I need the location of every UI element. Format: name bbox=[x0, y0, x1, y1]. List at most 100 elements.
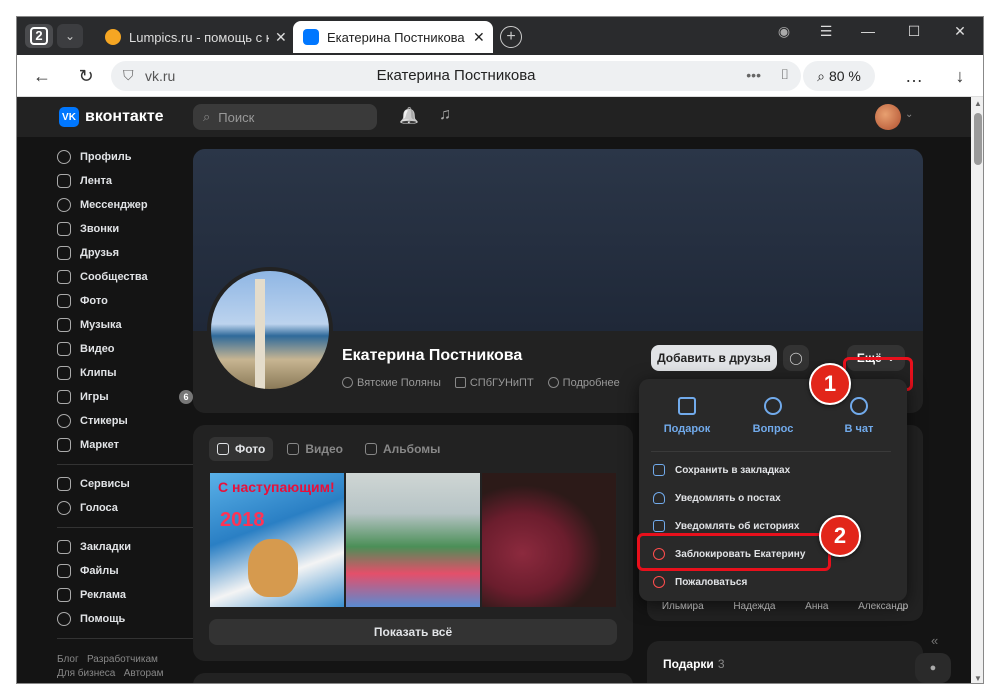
tab-count-button[interactable]: 2 bbox=[25, 24, 53, 48]
friend-name[interactable]: Александр bbox=[858, 601, 908, 612]
reload-icon[interactable]: ↻ bbox=[73, 63, 99, 89]
show-all-button[interactable]: Показать всё bbox=[209, 619, 617, 645]
sidebar-item-votes[interactable]: Голоса bbox=[57, 496, 197, 520]
footer-link-developers[interactable]: Разработчикам bbox=[87, 654, 158, 665]
thumb-title-text: С наступающим! bbox=[218, 479, 335, 495]
phone-icon bbox=[57, 222, 71, 236]
sidebar-item-games[interactable]: Игры 6 bbox=[57, 385, 197, 409]
hamburger-menu-icon[interactable]: ☰ bbox=[813, 23, 839, 40]
sidebar-item-label: Друзья bbox=[80, 247, 120, 259]
tab-title: Lumpics.ru - помощь с ко bbox=[129, 29, 269, 45]
sidebar-item-video[interactable]: Видео bbox=[57, 337, 197, 361]
bookmark-icon[interactable]: ⌷ bbox=[781, 66, 789, 83]
sidebar-item-files[interactable]: Файлы bbox=[57, 559, 197, 583]
question-button[interactable]: Вопрос bbox=[733, 397, 813, 435]
chat-fab-button[interactable]: ● bbox=[915, 653, 951, 683]
sidebar-item-profile[interactable]: Профиль bbox=[57, 145, 197, 169]
download-icon[interactable]: ↓ bbox=[947, 63, 973, 89]
sidebar-item-ads[interactable]: Реклама bbox=[57, 583, 197, 607]
sidebar-item-clips[interactable]: Клипы bbox=[57, 361, 197, 385]
profile-more-info[interactable]: Подробнее bbox=[547, 377, 620, 389]
sidebar-item-bookmarks[interactable]: Закладки bbox=[57, 535, 197, 559]
friend-name[interactable]: Анна bbox=[805, 601, 828, 612]
sidebar-item-friends[interactable]: Друзья bbox=[57, 241, 197, 265]
search-input[interactable]: ⌕ Поиск bbox=[193, 104, 377, 130]
menu-item-label: Уведомлять об историях bbox=[675, 520, 800, 532]
tab-label: Видео bbox=[305, 442, 343, 456]
games-badge: 6 bbox=[179, 390, 193, 404]
sidebar-item-messenger[interactable]: Мессенджер bbox=[57, 193, 197, 217]
minimize-icon[interactable]: — bbox=[855, 23, 881, 39]
profile-avatar[interactable] bbox=[207, 267, 333, 393]
sidebar-item-label: Реклама bbox=[80, 589, 127, 601]
photo-thumbnail[interactable] bbox=[482, 473, 616, 607]
bell-icon[interactable]: 🔔 bbox=[399, 106, 419, 126]
address-field[interactable]: ⛉ vk.ru Екатерина Постникова ••• ⌷ bbox=[111, 61, 801, 91]
add-friend-button[interactable]: Добавить в друзья bbox=[651, 345, 777, 371]
back-icon[interactable]: ← bbox=[29, 63, 55, 89]
sidebar-item-label: Игры bbox=[80, 391, 109, 403]
tab-albums[interactable]: Альбомы bbox=[357, 437, 448, 461]
new-tab-button[interactable]: + bbox=[500, 26, 522, 48]
menu-item-report[interactable]: Пожаловаться bbox=[653, 571, 893, 593]
friend-name[interactable]: Надежда bbox=[733, 601, 775, 612]
extensions-menu-icon[interactable]: … bbox=[901, 63, 927, 89]
sidebar-item-label: Стикеры bbox=[80, 415, 128, 427]
scrollbar-thumb[interactable] bbox=[974, 113, 982, 165]
info-icon bbox=[547, 377, 559, 388]
friend-name[interactable]: Ильмира bbox=[662, 601, 704, 612]
close-tab-icon[interactable]: ✕ bbox=[275, 29, 287, 46]
photo-thumbnail[interactable] bbox=[346, 473, 480, 607]
sidebar-item-calls[interactable]: Звонки bbox=[57, 217, 197, 241]
vk-logo[interactable]: VK вконтакте bbox=[59, 107, 164, 127]
tab-label: Альбомы bbox=[383, 442, 441, 456]
page-scrollbar[interactable]: ▲ ▼ bbox=[971, 97, 983, 683]
maximize-icon[interactable]: ☐ bbox=[901, 23, 927, 40]
message-button[interactable]: ◯ bbox=[783, 345, 809, 371]
profile-meta: Вятские Поляны СПбГУНиПТ Подробнее bbox=[342, 377, 620, 389]
sidebar-item-stickers[interactable]: Стикеры bbox=[57, 409, 197, 433]
sidebar-item-label: Сообщества bbox=[80, 271, 148, 283]
tab-bar: 2 ⌄ Lumpics.ru - помощь с ко ✕ Екатерина… bbox=[17, 17, 983, 55]
menu-item-save-bookmark[interactable]: Сохранить в закладках bbox=[653, 459, 893, 481]
footer-link-blog[interactable]: Блог bbox=[57, 654, 79, 665]
tab-vk[interactable]: Екатерина Постникова ✕ bbox=[293, 21, 493, 53]
sidebar-item-feed[interactable]: Лента bbox=[57, 169, 197, 193]
scroll-up-icon[interactable]: ▲ bbox=[974, 99, 982, 108]
gifts-title[interactable]: Подарки 3 bbox=[663, 657, 725, 671]
more-dots-icon[interactable]: ••• bbox=[746, 67, 761, 83]
address-bar-row: ← ↻ ⛉ vk.ru Екатерина Постникова ••• ⌷ ⌕… bbox=[17, 55, 983, 97]
sidebar-footer: Блог Разработчикам Для бизнеса Авторам bbox=[57, 653, 197, 681]
sidebar-item-communities[interactable]: Сообщества bbox=[57, 265, 197, 289]
footer-link-authors[interactable]: Авторам bbox=[124, 668, 164, 679]
sidebar-item-help[interactable]: Помощь bbox=[57, 607, 197, 631]
gift-button[interactable]: Подарок bbox=[647, 397, 727, 435]
chevron-down-icon[interactable]: ⌄ bbox=[905, 109, 913, 120]
chat-fab-icon: ● bbox=[929, 662, 937, 674]
user-avatar[interactable] bbox=[875, 104, 901, 130]
tab-videos[interactable]: Видео bbox=[279, 437, 351, 461]
tab-list-dropdown[interactable]: ⌄ bbox=[57, 24, 83, 48]
search-placeholder: Поиск bbox=[218, 109, 255, 125]
zoom-button[interactable]: ⌕ 80 % bbox=[803, 61, 875, 91]
plus-icon: + bbox=[506, 28, 516, 45]
tab-photos[interactable]: Фото bbox=[209, 437, 274, 461]
profile-icon[interactable]: ◉ bbox=[771, 23, 797, 40]
sidebar-group-main: Профиль Лента Мессенджер Звонки Друзья С… bbox=[57, 145, 197, 457]
sidebar-item-photos[interactable]: Фото bbox=[57, 289, 197, 313]
menu-item-notify-posts[interactable]: Уведомлять о постах bbox=[653, 487, 893, 509]
vk-favicon-icon bbox=[303, 29, 319, 45]
collapse-icon[interactable]: « bbox=[931, 633, 938, 648]
scroll-down-icon[interactable]: ▼ bbox=[974, 674, 982, 683]
close-window-icon[interactable]: ✕ bbox=[947, 23, 973, 40]
music-icon[interactable]: ♫ bbox=[439, 106, 451, 124]
vk-logo-icon: VK bbox=[59, 107, 79, 127]
photo-thumbnail[interactable]: С наступающим! 2018 bbox=[210, 473, 344, 607]
footer-link-business[interactable]: Для бизнеса bbox=[57, 668, 115, 679]
tab-lumpics[interactable]: Lumpics.ru - помощь с ко ✕ bbox=[95, 21, 287, 53]
close-tab-icon[interactable]: ✕ bbox=[473, 29, 485, 46]
sidebar-item-services[interactable]: Сервисы bbox=[57, 472, 197, 496]
sidebar-item-music[interactable]: Музыка bbox=[57, 313, 197, 337]
post-card bbox=[193, 673, 633, 683]
sidebar-item-market[interactable]: Маркет bbox=[57, 433, 197, 457]
